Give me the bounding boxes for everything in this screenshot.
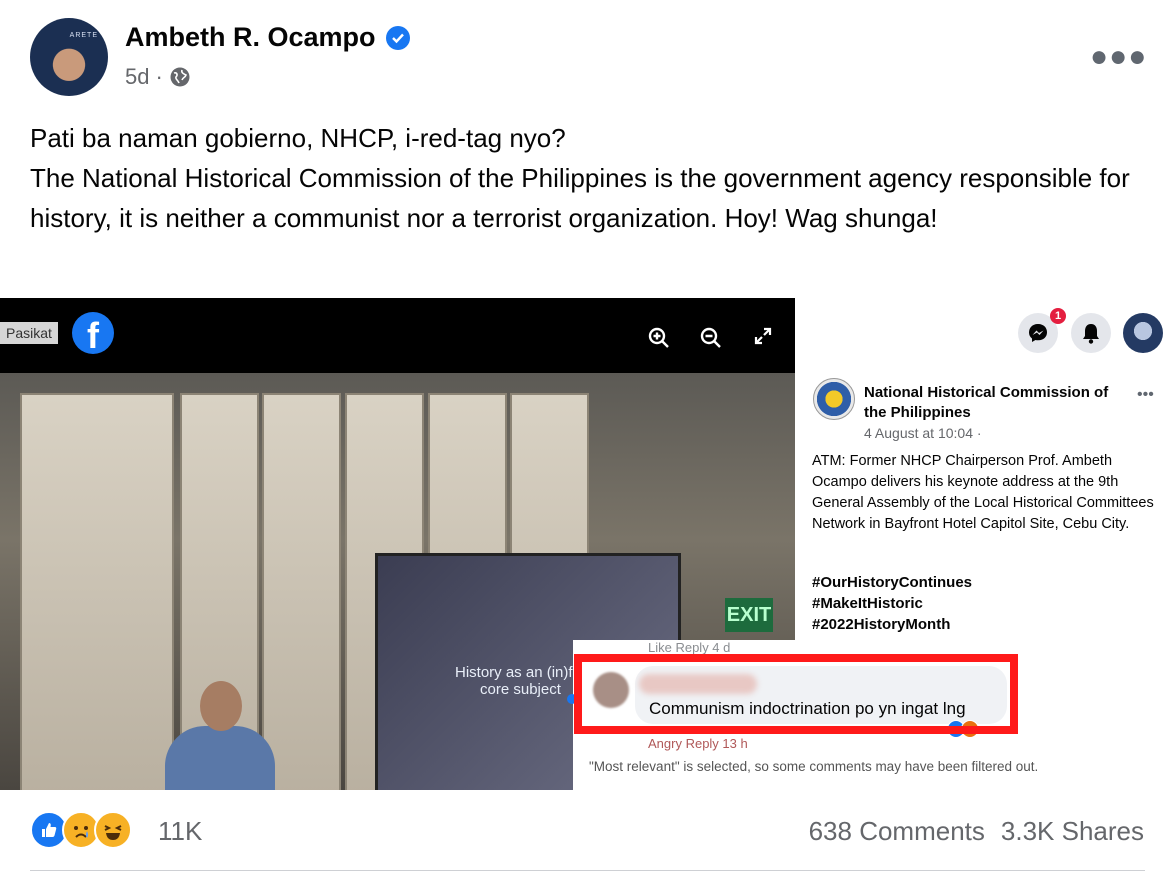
nhcp-post-meta: 4 August at 10:04 · [864, 425, 982, 441]
profile-avatar[interactable] [1123, 313, 1163, 353]
comment-screenshot: Like Reply 4 d Communism indoctrination … [567, 640, 1100, 790]
author-avatar[interactable]: ARETE [30, 18, 108, 96]
hashtag[interactable]: #MakeItHistoric [812, 593, 972, 614]
hashtag[interactable]: #OurHistoryContinues [812, 572, 972, 593]
more-options-icon[interactable]: ●●● [1090, 40, 1147, 74]
nhcp-hashtags: #OurHistoryContinues #MakeItHistoric #20… [812, 572, 972, 635]
bell-icon[interactable] [1071, 313, 1111, 353]
verified-badge-icon [385, 25, 410, 50]
post-stats: 638 Comments 3.3K Shares [809, 816, 1144, 847]
red-highlight-box [574, 654, 1018, 734]
fullscreen-icon[interactable] [751, 326, 775, 350]
post-meta: 5d · [125, 64, 191, 90]
post-text-line: The National Historical Commission of th… [30, 163, 1130, 233]
zoom-in-icon[interactable] [647, 326, 671, 350]
wall-panel [262, 393, 341, 790]
comments-count[interactable]: 638 Comments [809, 816, 985, 847]
facebook-logo: f [72, 312, 114, 354]
side-topbar: 1 [795, 298, 1172, 368]
post-author[interactable]: Ambeth R. Ocampo [125, 22, 410, 53]
speaker-figure [160, 681, 275, 790]
meta-separator: · [155, 64, 163, 89]
exit-sign: EXIT [725, 598, 773, 632]
comment-actions-faded: Like Reply 4 d [648, 640, 731, 655]
zoom-out-icon[interactable] [699, 326, 723, 350]
shares-count[interactable]: 3.3K Shares [1001, 816, 1144, 847]
footer-divider [30, 870, 1145, 871]
post-text: Pati ba naman gobierno, NHCP, i-red-tag … [30, 118, 1155, 238]
reaction-icons[interactable] [30, 811, 132, 849]
post-image[interactable]: EXIT History as an (in)for core subject … [0, 298, 1172, 790]
author-name[interactable]: Ambeth R. Ocampo [125, 22, 376, 53]
hashtag[interactable]: #2022HistoryMonth [812, 614, 972, 635]
slide-text: History as an (in)for core subject [455, 664, 586, 698]
post-time[interactable]: 5d [125, 64, 149, 90]
avatar-badge: ARETE [69, 32, 98, 39]
globe-icon [169, 66, 191, 88]
wall-panel [20, 393, 174, 790]
reaction-count[interactable]: 11K [158, 816, 202, 847]
post-text-line: Pati ba naman gobierno, NHCP, i-red-tag … [30, 123, 566, 153]
comment-actions-faded: Angry Reply 13 h [648, 736, 748, 751]
nhcp-post-text: ATM: Former NHCP Chairperson Prof. Ambet… [812, 453, 1154, 532]
filter-note: "Most relevant" is selected, so some com… [589, 759, 1039, 774]
nhcp-logo[interactable] [813, 378, 855, 420]
haha-reaction-icon [94, 811, 132, 849]
nhcp-page-name[interactable]: National Historical Commission of the Ph… [864, 383, 1134, 423]
watermark-label: Pasikat [0, 322, 58, 344]
more-options-icon[interactable]: ••• [1137, 386, 1154, 404]
notification-count: 1 [1050, 308, 1066, 324]
